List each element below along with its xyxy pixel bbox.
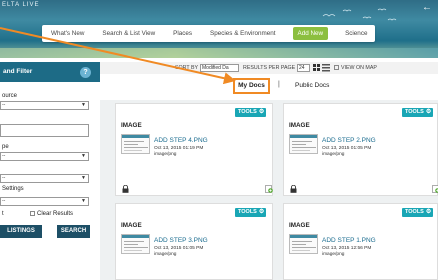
document-date: Oct 13, 2015 12:56 PM: [322, 246, 372, 251]
document-title[interactable]: ADD STEP 2.PNG: [322, 137, 376, 144]
gear-icon: ⚙: [258, 209, 265, 215]
sort-by-select[interactable]: Modified Da: [200, 64, 239, 72]
filter-sidebar: and Filter ? ource -- ▼ pe -- ▼ -- ▼ Set…: [0, 62, 100, 280]
gear-icon: ⚙: [258, 109, 265, 115]
tab-separator: |: [278, 81, 280, 88]
source-select[interactable]: -- ▼: [0, 101, 89, 110]
sort-by-label: SORT BY: [175, 65, 199, 71]
type-select-value: --: [2, 153, 6, 159]
add-document-icon[interactable]: [265, 185, 273, 193]
lock-icon: [290, 185, 297, 193]
map-checkbox-icon[interactable]: [334, 65, 339, 71]
tools-label: TOOLS: [238, 109, 257, 115]
main-nav: What's New Search & List View Places Spe…: [42, 25, 375, 42]
view-on-map-toggle[interactable]: VIEW ON MAP: [334, 65, 377, 71]
document-card[interactable]: TOOLS ⚙ IMAGE ADD STEP 2.PNG Oct 13, 2015…: [283, 103, 438, 196]
nav-item-whats-new[interactable]: What's New: [42, 25, 93, 42]
document-date: Oct 13, 2015 01:19 PM: [154, 146, 204, 151]
tools-label: TOOLS: [238, 209, 257, 215]
gear-icon: ⚙: [425, 209, 432, 215]
sidebar-title: and Filter: [3, 68, 33, 75]
chevron-down-icon: ▼: [81, 175, 86, 181]
document-title[interactable]: ADD STEP 1.PNG: [322, 237, 376, 244]
tools-button[interactable]: TOOLS ⚙: [235, 208, 267, 217]
filter-select[interactable]: -- ▼: [0, 174, 89, 183]
document-thumbnail[interactable]: [121, 234, 150, 254]
document-card[interactable]: TOOLS ⚙ IMAGE ADD STEP 3.PNG Oct 13, 2015…: [115, 203, 273, 280]
document-mime: image/png: [322, 152, 345, 157]
document-thumbnail[interactable]: [289, 134, 318, 154]
nav-item-science[interactable]: Science: [336, 25, 376, 42]
type-select[interactable]: -- ▼: [0, 152, 89, 161]
checkbox-t-label[interactable]: t: [2, 211, 4, 217]
results-per-page-select[interactable]: 24: [297, 64, 310, 72]
nav-item-species-environment[interactable]: Species & Environment: [201, 25, 284, 42]
tab-public-docs[interactable]: Public Docs: [295, 82, 329, 89]
results-per-page-label: RESULTS PER PAGE: [243, 65, 296, 71]
document-type: IMAGE: [121, 222, 142, 229]
document-mime: image/png: [322, 252, 345, 257]
lock-icon: [122, 185, 129, 193]
document-card[interactable]: TOOLS ⚙ IMAGE ADD STEP 4.PNG Oct 13, 2015…: [115, 103, 273, 196]
results-toolbar: SORT BY Modified Da RESULTS PER PAGE 24 …: [100, 62, 438, 74]
results-per-page-value: 24: [299, 65, 305, 71]
document-card[interactable]: TOOLS ⚙ IMAGE ADD STEP 1.PNG Oct 13, 2015…: [283, 203, 438, 280]
birds-decoration-icon: [322, 8, 397, 21]
list-view-icon[interactable]: [322, 64, 330, 72]
tools-button[interactable]: TOOLS ⚙: [235, 108, 267, 117]
tools-button[interactable]: TOOLS ⚙: [402, 108, 434, 117]
document-type: IMAGE: [289, 122, 310, 129]
settings-label: Settings: [2, 186, 24, 192]
gear-icon: ⚙: [425, 109, 432, 115]
document-type: IMAGE: [289, 222, 310, 229]
document-date: Oct 13, 2015 01:05 PM: [322, 146, 372, 151]
document-type: IMAGE: [121, 122, 142, 129]
help-icon[interactable]: ?: [80, 67, 91, 78]
view-on-map-label: VIEW ON MAP: [341, 65, 377, 71]
document-mime: image/png: [154, 152, 177, 157]
listings-button[interactable]: LISTINGS: [0, 225, 42, 238]
banner-stripe: [0, 48, 438, 58]
document-title[interactable]: ADD STEP 3.PNG: [154, 237, 208, 244]
source-label: ource: [2, 93, 18, 99]
settings-select-value: --: [2, 198, 6, 204]
tab-my-docs[interactable]: My Docs: [233, 78, 270, 94]
nav-item-search-list-view[interactable]: Search & List View: [93, 25, 164, 42]
sidebar-header: and Filter ?: [0, 62, 100, 82]
tools-label: TOOLS: [405, 109, 424, 115]
document-mime: image/png: [154, 252, 177, 257]
settings-select[interactable]: -- ▼: [0, 197, 89, 206]
add-document-icon[interactable]: [432, 185, 438, 193]
sort-by-value: Modified Da: [202, 65, 229, 71]
document-date: Oct 13, 2015 01:05 PM: [154, 246, 204, 251]
clear-results-checkbox[interactable]: Clear Results: [30, 211, 73, 217]
filter-select-value: --: [2, 175, 6, 181]
chevron-down-icon: ▼: [81, 153, 86, 159]
nav-item-places[interactable]: Places: [164, 25, 201, 42]
chevron-down-icon: ▼: [81, 198, 86, 204]
checkbox-icon[interactable]: [30, 211, 35, 216]
document-thumbnail[interactable]: [289, 234, 318, 254]
keyword-input[interactable]: [0, 124, 89, 137]
document-title[interactable]: ADD STEP 4.PNG: [154, 137, 208, 144]
back-arrow-icon[interactable]: ←: [422, 2, 432, 13]
nav-item-add-new[interactable]: Add New: [292, 27, 329, 40]
chevron-down-icon: ▼: [81, 102, 86, 108]
type-label: pe: [2, 144, 9, 150]
document-thumbnail[interactable]: [121, 134, 150, 154]
clear-results-label: Clear Results: [37, 211, 74, 218]
source-select-value: --: [2, 102, 6, 108]
brand-name: ELTA LIVE: [2, 2, 40, 8]
tools-button[interactable]: TOOLS ⚙: [402, 208, 434, 217]
grid-view-icon[interactable]: [313, 64, 321, 72]
search-button[interactable]: SEARCH: [57, 225, 90, 238]
tools-label: TOOLS: [405, 209, 424, 215]
